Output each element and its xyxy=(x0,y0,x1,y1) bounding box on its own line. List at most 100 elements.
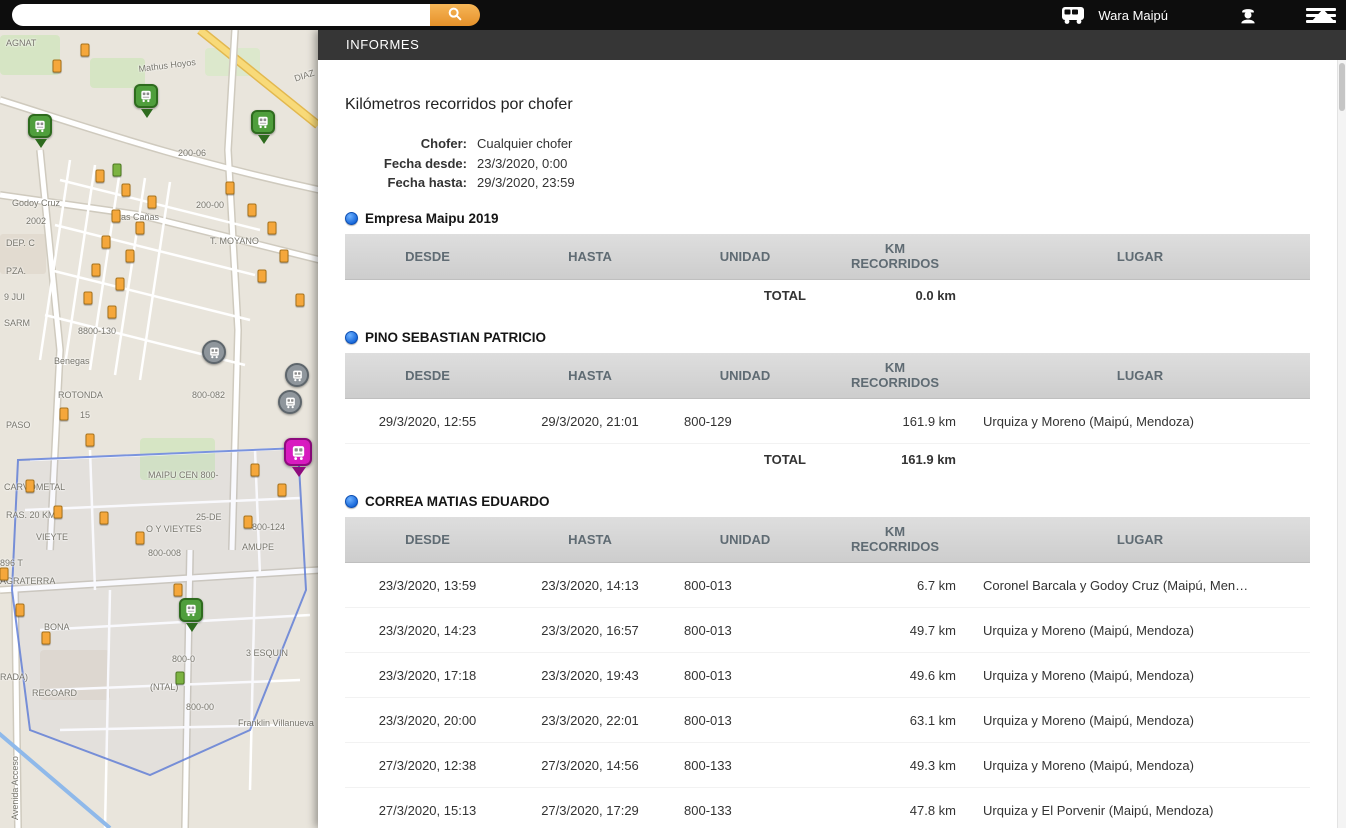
table-cell: 23/3/2020, 16:57 xyxy=(510,607,670,653)
map[interactable]: AGNAT Mathus Hoyos DIAZ 200-06 Godoy Cruz 200… xyxy=(0,30,320,828)
table-row: 27/3/2020, 12:38 27/3/2020, 14:56 800-133 4… xyxy=(345,742,1310,788)
stop-orange-marker[interactable] xyxy=(277,483,287,497)
table-cell: 800-133 xyxy=(670,742,820,788)
stop-orange-marker[interactable] xyxy=(99,511,109,525)
brand-title: Wara Maipú xyxy=(1098,7,1168,23)
map-label: Las Cañas xyxy=(116,212,160,222)
stop-orange-marker[interactable] xyxy=(95,169,105,183)
driver-icon[interactable] xyxy=(1238,5,1258,25)
column-header: LUGAR xyxy=(970,352,1310,399)
table-cell: 27/3/2020, 12:38 xyxy=(345,742,510,788)
table-cell: 800-129 xyxy=(670,398,820,444)
map-label: PASO xyxy=(6,420,31,430)
table-cell: 6.7 km xyxy=(820,562,970,608)
column-header: UNIDAD xyxy=(670,516,820,563)
stop-green-marker[interactable] xyxy=(112,163,122,177)
topbar-right: Wara Maipú xyxy=(1060,4,1336,26)
bus-circle-gray-marker[interactable] xyxy=(285,363,309,387)
stop-orange-marker[interactable] xyxy=(52,59,62,73)
stop-orange-marker[interactable] xyxy=(250,463,260,477)
bus-circle-gray-marker[interactable] xyxy=(202,340,226,364)
search-button[interactable] xyxy=(430,4,480,26)
map-label: VIEYTE xyxy=(36,532,69,542)
map-label: SARM xyxy=(4,318,31,328)
bus-pin-green-marker[interactable] xyxy=(251,110,277,144)
bus-pin-magenta-marker[interactable] xyxy=(284,438,314,478)
table-cell: 63.1 km xyxy=(820,697,970,743)
stop-orange-marker[interactable] xyxy=(173,583,183,597)
filter-row: Chofer: Cualquier chofer xyxy=(345,134,1323,154)
stop-orange-marker[interactable] xyxy=(25,479,35,493)
stop-orange-marker[interactable] xyxy=(295,293,305,307)
total-label: TOTAL xyxy=(763,288,806,304)
table-cell: 27/3/2020, 15:13 xyxy=(345,787,510,828)
stop-orange-marker[interactable] xyxy=(85,433,95,447)
report-title: Kilómetros recorridos por chofer xyxy=(345,96,573,113)
stop-orange-marker[interactable] xyxy=(121,183,131,197)
filter-label: Chofer: xyxy=(420,136,467,151)
map-label: 800-124 xyxy=(252,522,286,532)
stop-orange-marker[interactable] xyxy=(225,181,235,195)
table-cell: Urquiza y Moreno (Maipú, Mendoza) xyxy=(970,742,1310,788)
stop-orange-marker[interactable] xyxy=(257,269,267,283)
bus-circle-gray-marker[interactable] xyxy=(278,390,302,414)
stop-orange-marker[interactable] xyxy=(147,195,157,209)
map-basemap xyxy=(0,30,320,828)
table-row: 23/3/2020, 20:00 23/3/2020, 22:01 800-013 6… xyxy=(345,697,1310,743)
map-label: 200-06 xyxy=(178,148,207,158)
stop-orange-marker[interactable] xyxy=(101,235,111,249)
bus-pin-green-marker[interactable] xyxy=(28,114,54,148)
stop-orange-marker[interactable] xyxy=(15,603,25,617)
column-header: HASTA xyxy=(510,516,670,563)
map-label: AMUPE xyxy=(242,542,275,552)
informes-panel: INFORMES Kilómetros recorridos por chofe… xyxy=(318,30,1346,828)
stop-orange-marker[interactable] xyxy=(247,203,257,217)
stop-orange-marker[interactable] xyxy=(107,305,117,319)
stop-orange-marker[interactable] xyxy=(115,277,125,291)
bus-pin-green-marker[interactable] xyxy=(179,598,205,632)
stop-orange-marker[interactable] xyxy=(53,505,63,519)
stop-orange-marker[interactable] xyxy=(111,209,121,223)
table-cell: 23/3/2020, 14:13 xyxy=(510,562,670,608)
total-row: TOTAL 161.9 km xyxy=(345,444,1310,476)
map-label: Franklin Villanueva xyxy=(238,718,314,728)
map-label: 15 xyxy=(80,410,91,420)
column-header: HASTA xyxy=(510,352,670,399)
map-label: T. MOYANO xyxy=(210,236,259,246)
scrollbar-thumb[interactable] xyxy=(1339,63,1345,111)
section-title: PINO SEBASTIAN PATRICIO xyxy=(365,329,547,345)
table-cell: 49.7 km xyxy=(820,607,970,653)
report-sections: Empresa Maipu 2019 DESDE HASTA UNIDAD KM RE… xyxy=(345,211,1323,828)
stop-orange-marker[interactable] xyxy=(267,221,277,235)
stop-orange-marker[interactable] xyxy=(243,515,253,529)
table-cell: Urquiza y El Porvenir (Maipú, Mendoza) xyxy=(970,787,1310,828)
stop-orange-marker[interactable] xyxy=(125,249,135,263)
report-table: DESDE HASTA UNIDAD KM RECORRIDOS LUGAR TOTAL… xyxy=(345,233,1310,312)
column-header: KM RECORRIDOS xyxy=(820,352,970,399)
table-cell: 23/3/2020, 20:00 xyxy=(345,697,510,743)
stop-orange-marker[interactable] xyxy=(83,291,93,305)
panel-scrollbar[interactable] xyxy=(1337,60,1346,828)
table-cell: 800-133 xyxy=(670,787,820,828)
search-input[interactable] xyxy=(12,4,430,26)
report-table: DESDE HASTA UNIDAD KM RECORRIDOS LUGAR 23/3/… xyxy=(345,516,1310,828)
stop-orange-marker[interactable] xyxy=(135,531,145,545)
map-label: 2002 xyxy=(26,216,47,226)
map-label: 9 JUI xyxy=(4,292,26,302)
stop-orange-marker[interactable] xyxy=(59,407,69,421)
column-header: HASTA xyxy=(510,233,670,280)
filter-value: 29/3/2020, 23:59 xyxy=(477,175,575,190)
bus-pin-green-marker[interactable] xyxy=(134,84,160,118)
table-cell: 23/3/2020, 17:18 xyxy=(345,652,510,698)
stop-orange-marker[interactable] xyxy=(91,263,101,277)
stop-orange-marker[interactable] xyxy=(135,221,145,235)
stop-orange-marker[interactable] xyxy=(0,567,9,581)
stop-green-marker[interactable] xyxy=(175,671,185,685)
stop-orange-marker[interactable] xyxy=(279,249,289,263)
stop-orange-marker[interactable] xyxy=(80,43,90,57)
stop-orange-marker[interactable] xyxy=(41,631,51,645)
map-label: PZA. xyxy=(6,266,27,276)
map-label: 896 T xyxy=(0,558,23,568)
table-cell: 23/3/2020, 22:01 xyxy=(510,697,670,743)
map-label: BONA xyxy=(44,622,70,632)
